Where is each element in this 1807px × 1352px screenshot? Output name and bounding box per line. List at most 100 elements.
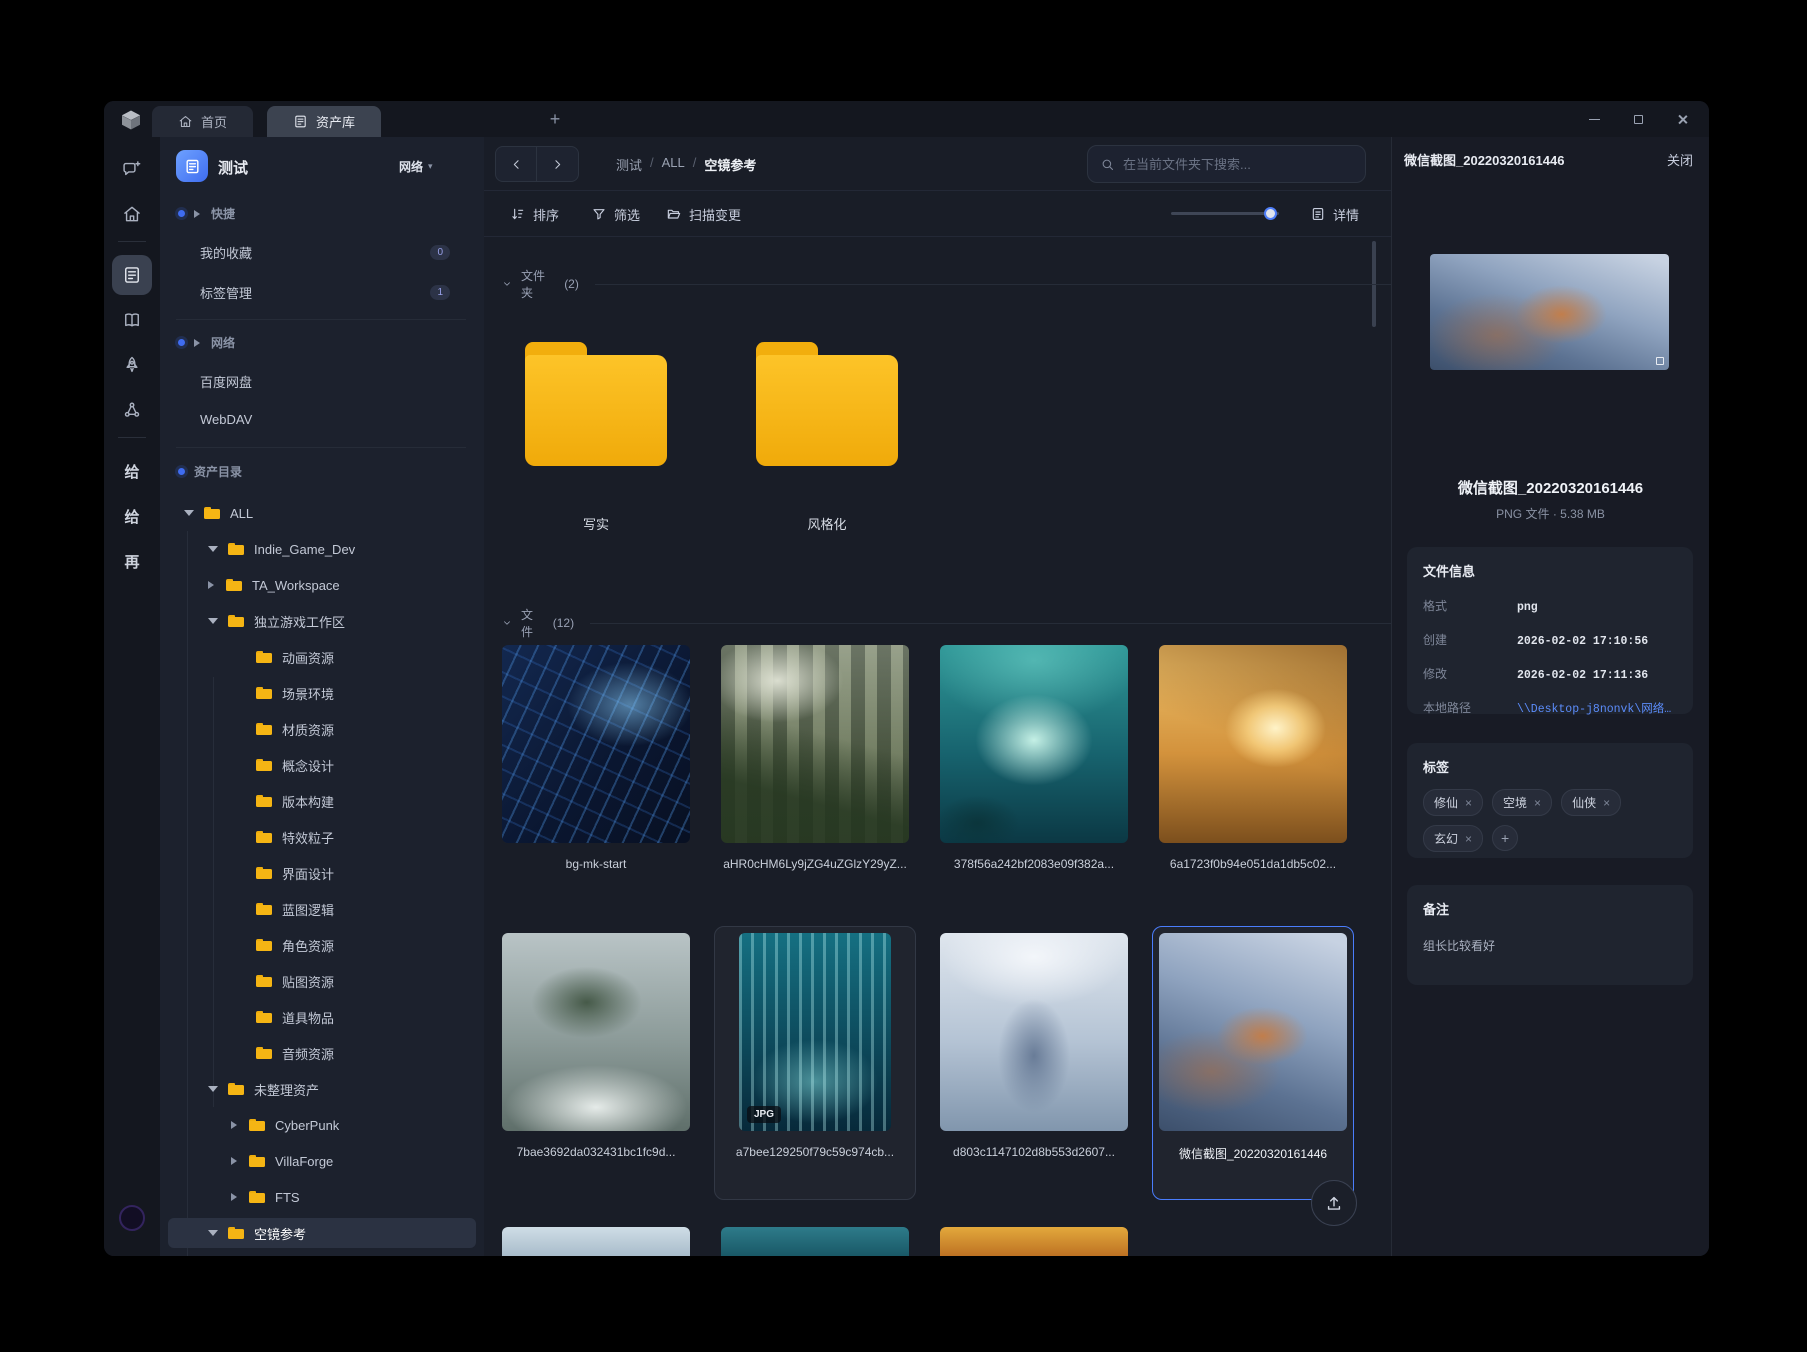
chevron-right-icon[interactable] <box>208 581 218 589</box>
remove-tag-icon[interactable]: × <box>1465 832 1472 846</box>
rail-item-launcher[interactable] <box>112 345 152 385</box>
file-card[interactable] <box>714 1220 916 1256</box>
file-card[interactable]: bg-mk-start <box>495 638 697 882</box>
tree-item-音频资源[interactable]: 音频资源 <box>160 1035 484 1071</box>
back-button[interactable] <box>495 146 537 182</box>
upload-button[interactable] <box>1311 1180 1357 1226</box>
rail-item-network-share[interactable] <box>112 390 152 430</box>
folder-tile-风格化[interactable]: 风格化 <box>726 307 928 533</box>
file-card[interactable] <box>933 1220 1135 1256</box>
file-card[interactable] <box>495 1220 697 1256</box>
thumbnail-zoom-slider[interactable] <box>1171 212 1279 215</box>
tree-item-材质资源[interactable]: 材质资源 <box>160 711 484 747</box>
tree-item-空镜参考[interactable]: 空镜参考 <box>160 1215 484 1251</box>
chevron-down-icon[interactable] <box>208 546 218 557</box>
chevron-right-icon[interactable] <box>231 1193 241 1201</box>
sidebar-item-webdav[interactable]: WebDAV <box>200 412 450 427</box>
file-name: d803c1147102d8b553d2607... <box>940 1145 1128 1163</box>
tree-item-版本构建[interactable]: 版本构建 <box>160 783 484 819</box>
breadcrumb-item[interactable]: 测试 <box>616 155 642 174</box>
search-box[interactable] <box>1087 145 1366 183</box>
close-detail-button[interactable]: 关闭 <box>1667 150 1693 169</box>
forward-button[interactable] <box>537 146 579 182</box>
sidebar-item-favorites[interactable]: 我的收藏 0 <box>200 243 450 262</box>
tab-library[interactable]: 资产库 <box>267 106 381 137</box>
search-input[interactable] <box>1123 157 1353 172</box>
tree-item-特效粒子[interactable]: 特效粒子 <box>160 819 484 855</box>
tree-item-Indie_Game_Dev[interactable]: Indie_Game_Dev <box>160 531 484 567</box>
chevron-down-icon[interactable] <box>208 618 218 629</box>
tree-item-动画资源[interactable]: 动画资源 <box>160 639 484 675</box>
folders-section-header[interactable]: 文件夹 (2) <box>501 267 1391 301</box>
tree-item-贴图资源[interactable]: 贴图资源 <box>160 963 484 999</box>
remove-tag-icon[interactable]: × <box>1603 796 1610 810</box>
file-card[interactable]: 378f56a242bf2083e09f382a... <box>933 638 1135 882</box>
expand-icon[interactable] <box>1656 357 1664 365</box>
tag-chip-玄幻[interactable]: 玄幻× <box>1423 825 1483 852</box>
add-tag-button[interactable]: + <box>1492 825 1518 851</box>
file-name: 微信截图_20220320161446 <box>1159 1145 1347 1163</box>
tree-item-蓝图逻辑[interactable]: 蓝图逻辑 <box>160 891 484 927</box>
rail-item-library[interactable] <box>112 255 152 295</box>
chevron-right-icon[interactable] <box>231 1157 241 1165</box>
file-card[interactable]: 7bae3692da032431bc1fc9d... <box>495 926 697 1200</box>
tree-item-场景环境[interactable]: 场景环境 <box>160 675 484 711</box>
tree-item-CyberPunk[interactable]: CyberPunk <box>160 1107 484 1143</box>
user-avatar[interactable] <box>119 1205 145 1231</box>
section-directory[interactable]: 资产目录 <box>178 463 242 480</box>
close-window-button[interactable] <box>1669 107 1695 131</box>
tag-chip-空境[interactable]: 空境× <box>1492 789 1552 816</box>
maximize-button[interactable] <box>1625 107 1651 131</box>
file-card[interactable]: aHR0cHM6Ly9jZG4uZGlzY29yZ... <box>714 638 916 882</box>
remove-tag-icon[interactable]: × <box>1465 796 1472 810</box>
section-network[interactable]: 网络 <box>178 334 235 351</box>
tree-item-界面设计[interactable]: 界面设计 <box>160 855 484 891</box>
tree-item-未整理资产[interactable]: 未整理资产 <box>160 1071 484 1107</box>
scan-changes-button[interactable]: 扫描变更 <box>666 199 741 229</box>
rail-item-feedback[interactable] <box>112 149 152 189</box>
info-row: 本地路径\\Desktop-j8nonvk\网络质资产库\... <box>1423 699 1677 716</box>
file-card[interactable]: d803c1147102d8b553d2607... <box>933 926 1135 1200</box>
local-path-link[interactable]: \\Desktop-j8nonvk\网络质资产库\... <box>1517 700 1677 716</box>
rail-item-home[interactable] <box>112 194 152 234</box>
files-section-header[interactable]: 文件 (12) <box>501 606 1391 640</box>
rail-item-shortcut-3[interactable]: 再 <box>104 551 160 572</box>
chevron-right-icon[interactable] <box>231 1121 241 1129</box>
rail-item-shortcut-2[interactable]: 给 <box>104 506 160 527</box>
new-tab-button[interactable]: + <box>542 107 568 131</box>
tree-item-独立游戏工作区[interactable]: 独立游戏工作区 <box>160 603 484 639</box>
section-quick[interactable]: 快捷 <box>178 205 235 222</box>
breadcrumb-item[interactable]: 空镜参考 <box>704 155 756 174</box>
file-card[interactable]: 微信截图_20220320161446 <box>1152 926 1354 1200</box>
tree-item-道具物品[interactable]: 道具物品 <box>160 999 484 1035</box>
chevron-down-icon[interactable] <box>208 1230 218 1241</box>
tab-home[interactable]: 首页 <box>152 106 253 137</box>
chevron-down-icon[interactable] <box>208 1086 218 1097</box>
tag-chip-修仙[interactable]: 修仙× <box>1423 789 1483 816</box>
tree-item-TA_Workspace[interactable]: TA_Workspace <box>160 567 484 603</box>
sidebar-item-baidu-netdisk[interactable]: 百度网盘 <box>200 372 450 391</box>
tree-item-FTS[interactable]: FTS <box>160 1179 484 1215</box>
filter-button[interactable]: 筛选 <box>591 199 640 229</box>
tree-item-概念设计[interactable]: 概念设计 <box>160 747 484 783</box>
sidebar-item-tag-manager[interactable]: 标签管理 1 <box>200 283 450 302</box>
chevron-down-icon[interactable] <box>184 510 194 521</box>
tree-item-角色资源[interactable]: 角色资源 <box>160 927 484 963</box>
breadcrumb-item[interactable]: ALL <box>662 155 685 174</box>
tree-item-ALL[interactable]: ALL <box>160 495 484 531</box>
tag-chip-仙侠[interactable]: 仙侠× <box>1561 789 1621 816</box>
sort-button[interactable]: 排序 <box>510 199 559 229</box>
slider-knob[interactable] <box>1264 207 1277 220</box>
tree-item-VillaForge[interactable]: VillaForge <box>160 1143 484 1179</box>
file-card[interactable]: JPGa7bee129250f79c59c974cb... <box>714 926 916 1200</box>
library-mode-dropdown[interactable]: 网络 ▾ <box>399 158 433 175</box>
minimize-button[interactable] <box>1581 107 1607 131</box>
file-card[interactable]: 6a1723f0b94e051da1db5c02... <box>1152 638 1354 882</box>
file-preview[interactable] <box>1430 254 1669 370</box>
library-header[interactable]: 测试 网络 ▾ <box>160 137 484 195</box>
detail-toggle-button[interactable]: 详情 <box>1310 199 1359 229</box>
remove-tag-icon[interactable]: × <box>1534 796 1541 810</box>
rail-item-docs[interactable] <box>112 300 152 340</box>
folder-tile-写实[interactable]: 写实 <box>495 307 697 533</box>
rail-item-shortcut-1[interactable]: 给 <box>104 461 160 482</box>
